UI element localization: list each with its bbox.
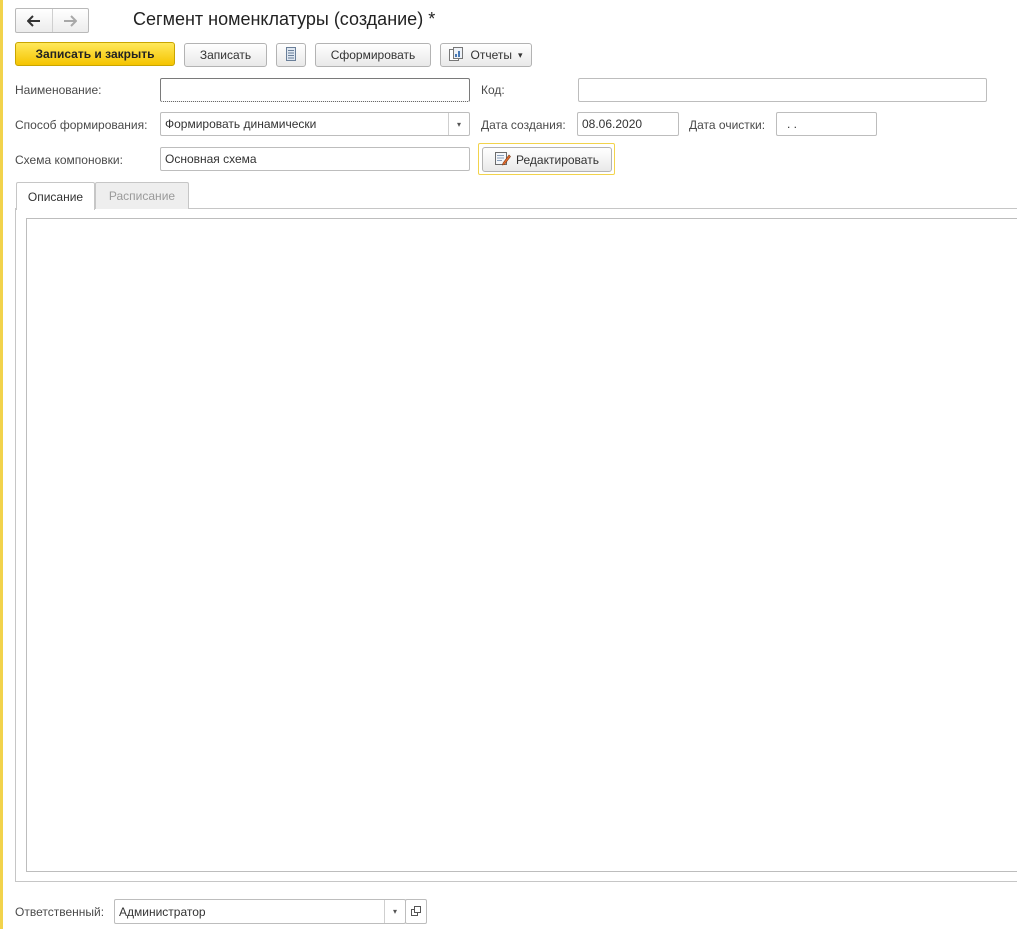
reports-icon [449, 46, 465, 64]
window-left-accent [0, 0, 3, 929]
name-field[interactable] [160, 78, 470, 102]
code-field[interactable] [578, 78, 987, 102]
scheme-label: Схема компоновки: [15, 153, 123, 167]
name-label: Наименование: [15, 83, 102, 97]
open-responsible-button[interactable] [405, 899, 427, 924]
back-arrow-icon[interactable] [16, 9, 52, 32]
chevron-down-icon: ▾ [517, 49, 523, 60]
page-title: Сегмент номенклатуры (создание) * [133, 9, 436, 29]
description-textarea[interactable] [26, 218, 1017, 872]
responsible-value: Администратор [119, 904, 206, 919]
save-and-close-button[interactable]: Записать и закрыть [15, 42, 175, 66]
cleared-date-field[interactable]: . . [776, 112, 877, 136]
edit-scheme-button[interactable]: Редактировать [482, 147, 612, 172]
method-value: Формировать динамически [165, 117, 317, 131]
forward-arrow-icon[interactable] [51, 9, 89, 32]
responsible-select[interactable]: Администратор ▾ [114, 899, 406, 924]
generate-button[interactable]: Сформировать [315, 43, 431, 67]
created-date-value: 08.06.2020 [582, 117, 643, 131]
scheme-field[interactable]: Основная схема [160, 147, 470, 171]
save-button[interactable]: Записать [184, 43, 267, 67]
scheme-value: Основная схема [165, 152, 257, 166]
cleared-date-value: . . [787, 117, 798, 131]
method-label: Способ формирования: [15, 118, 148, 132]
open-icon [411, 905, 421, 919]
tab-description[interactable]: Описание [16, 182, 95, 210]
nav-history [15, 8, 89, 33]
created-date-field[interactable]: 08.06.2020 [577, 112, 679, 136]
dropdown-arrow-icon[interactable]: ▾ [448, 113, 469, 135]
tab-schedule[interactable]: Расписание [95, 182, 189, 209]
cleared-date-label: Дата очистки: [689, 118, 766, 132]
edit-scheme-icon [495, 151, 511, 169]
dropdown-arrow-icon[interactable]: ▾ [384, 900, 405, 923]
responsible-label: Ответственный: [15, 905, 105, 919]
document-list-button[interactable] [276, 43, 306, 67]
reports-menu-button[interactable]: Отчеты ▾ [440, 43, 532, 67]
document-list-icon [286, 46, 296, 64]
edit-scheme-label: Редактировать [516, 152, 599, 167]
code-label: Код: [481, 83, 505, 97]
created-date-label: Дата создания: [481, 118, 566, 132]
method-select[interactable]: Формировать динамически ▾ [160, 112, 470, 136]
reports-label: Отчеты [470, 48, 512, 62]
